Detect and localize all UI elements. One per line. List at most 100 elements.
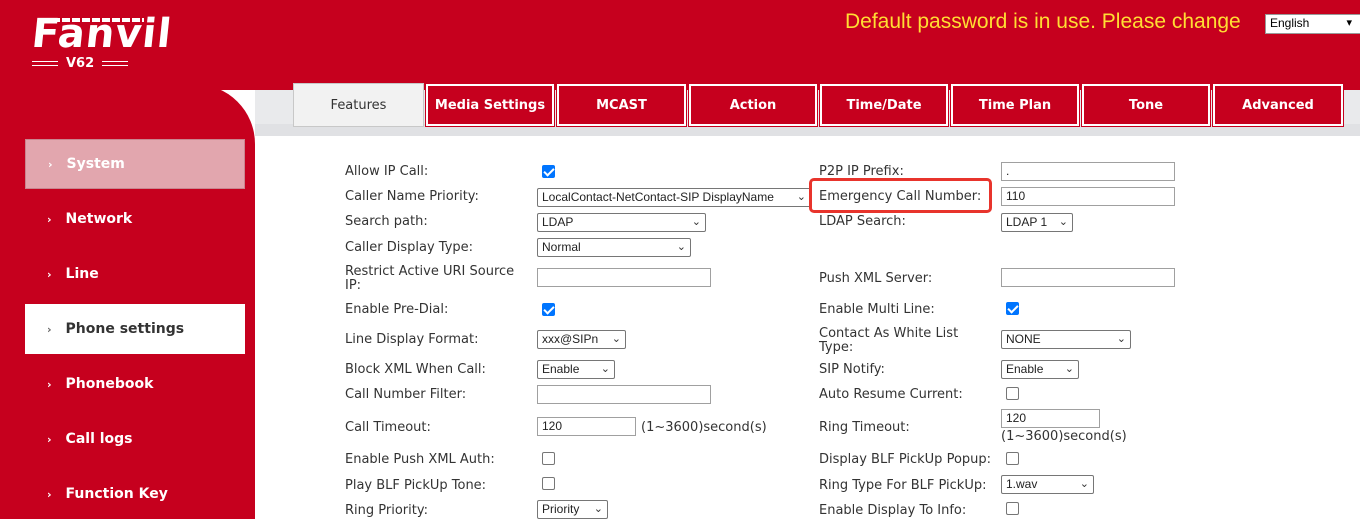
push-xml-auth-checkbox[interactable] (542, 452, 555, 465)
ring-type-blf-label: Ring Type For BLF PickUp: (819, 478, 987, 493)
sidebar-item-label: Phonebook (65, 376, 154, 392)
sip-notify-select[interactable]: Enable ⌄ (1001, 360, 1079, 379)
language-value: English (1270, 16, 1310, 30)
tab-action[interactable]: Action (688, 83, 818, 127)
call-timeout-label: Call Timeout: (345, 420, 431, 435)
chevron-down-icon: ⌄ (611, 333, 621, 345)
ring-timeout-unit: (1~3600)second(s) (1001, 429, 1127, 444)
select-value: NONE (1006, 332, 1041, 346)
p2p-ip-prefix-input[interactable]: . (1001, 162, 1175, 181)
blf-pickup-tone-checkbox[interactable] (542, 477, 555, 490)
contact-white-list-select[interactable]: NONE ⌄ (1001, 330, 1131, 349)
tab-tone[interactable]: Tone (1081, 83, 1211, 127)
tab-media-settings[interactable]: Media Settings (425, 83, 555, 127)
call-timeout-input[interactable]: 120 (537, 417, 636, 436)
top-header: Fanvil V62 Default password is in use. P… (0, 0, 1360, 90)
call-number-filter-input[interactable] (537, 385, 711, 404)
sidebar-item-system[interactable]: › System (25, 139, 245, 189)
fanvil-logo: Fanvil V62 (29, 11, 175, 71)
tab-features[interactable]: Features (293, 83, 424, 127)
ring-priority-select[interactable]: Priority ⌄ (537, 500, 608, 519)
enable-pre-dial-checkbox[interactable] (542, 303, 555, 316)
restrict-uri-input[interactable] (537, 268, 711, 287)
sidebar-item-phone-settings[interactable]: › Phone settings (25, 304, 245, 354)
chevron-right-icon: › (47, 432, 52, 446)
chevron-down-icon: ⌄ (1064, 363, 1074, 375)
blf-pickup-tone-label: Play BLF PickUp Tone: (345, 478, 487, 493)
sidebar-item-label: Function Key (65, 486, 168, 502)
sidebar-item-label: Line (65, 266, 99, 282)
emergency-call-number-label: Emergency Call Number: (819, 189, 982, 204)
ring-priority-label: Ring Priority: (345, 503, 428, 518)
select-value: Normal (542, 240, 581, 254)
enable-multi-line-checkbox[interactable] (1006, 302, 1019, 315)
tab-time-date[interactable]: Time/Date (819, 83, 949, 127)
select-value: Enable (542, 362, 580, 376)
chevron-down-icon: ⌄ (796, 191, 806, 203)
display-to-info-checkbox[interactable] (1006, 502, 1019, 515)
ring-type-blf-select[interactable]: 1.wav ⌄ (1001, 475, 1094, 494)
ring-timeout-label: Ring Timeout: (819, 420, 910, 435)
select-value: LocalContact-NetContact-SIP DisplayName (542, 190, 774, 204)
model-label: V62 (32, 56, 162, 71)
search-path-select[interactable]: LDAP ⌄ (537, 213, 706, 232)
caller-display-type-select[interactable]: Normal ⌄ (537, 238, 691, 257)
chevron-down-icon: ▾ (1346, 17, 1352, 29)
chevron-down-icon: ⌄ (1116, 333, 1126, 345)
blf-pickup-popup-checkbox[interactable] (1006, 452, 1019, 465)
chevron-right-icon: › (47, 267, 52, 281)
chevron-down-icon: ⌄ (600, 363, 610, 375)
select-value: LDAP 1 (1006, 215, 1048, 229)
chevron-down-icon: ⌄ (676, 241, 686, 253)
call-number-filter-label: Call Number Filter: (345, 387, 467, 402)
p2p-ip-prefix-label: P2P IP Prefix: (819, 164, 904, 179)
emergency-call-number-input[interactable]: 110 (1001, 187, 1175, 206)
sidebar-item-network[interactable]: › Network (25, 194, 245, 244)
sidebar-item-phonebook[interactable]: › Phonebook (25, 359, 245, 409)
allow-ip-call-checkbox[interactable] (542, 165, 555, 178)
tab-advanced[interactable]: Advanced (1212, 83, 1344, 127)
blf-pickup-popup-label: Display BLF PickUp Popup: (819, 452, 992, 467)
allow-ip-call-label: Allow IP Call: (345, 164, 429, 179)
call-timeout-unit: (1~3600)second(s) (641, 420, 767, 435)
restrict-uri-label-cont: IP: (345, 278, 362, 293)
sidebar-item-label: Call logs (65, 431, 133, 447)
brand-name: Fanvil (29, 11, 175, 57)
push-xml-auth-label: Enable Push XML Auth: (345, 452, 495, 467)
select-value: xxx@SIPn (542, 332, 599, 346)
sidebar-item-call-logs[interactable]: › Call logs (25, 414, 245, 464)
tab-mcast[interactable]: MCAST (556, 83, 687, 127)
auto-resume-label: Auto Resume Current: (819, 387, 963, 402)
contact-white-list-label-cont: Type: (819, 340, 854, 355)
select-value: LDAP (542, 215, 574, 229)
restrict-uri-label: Restrict Active URI Source (345, 264, 515, 279)
sidebar-item-function-key[interactable]: › Function Key (25, 469, 245, 519)
enable-multi-line-label: Enable Multi Line: (819, 302, 935, 317)
chevron-down-icon: ⌄ (593, 503, 603, 515)
language-select[interactable]: English ▾ (1265, 14, 1360, 34)
select-value: 1.wav (1006, 477, 1038, 491)
model-name: V62 (66, 56, 95, 71)
select-value: Priority (542, 502, 580, 516)
chevron-right-icon: › (48, 157, 53, 171)
chevron-down-icon: ⌄ (1058, 216, 1068, 228)
push-xml-server-input[interactable] (1001, 268, 1175, 287)
sidebar-item-label: Phone settings (65, 321, 185, 337)
line-display-format-label: Line Display Format: (345, 332, 479, 347)
select-value: Enable (1006, 362, 1044, 376)
chevron-down-icon: ⌄ (1079, 478, 1089, 490)
line-display-format-select[interactable]: xxx@SIPn ⌄ (537, 330, 626, 349)
block-xml-select[interactable]: Enable ⌄ (537, 360, 615, 379)
enable-pre-dial-label: Enable Pre-Dial: (345, 302, 449, 317)
chevron-right-icon: › (47, 322, 52, 336)
sidebar-item-line[interactable]: › Line (25, 249, 245, 299)
caller-display-type-label: Caller Display Type: (345, 240, 474, 255)
caller-name-priority-select[interactable]: LocalContact-NetContact-SIP DisplayName ⌄ (537, 188, 811, 207)
ldap-search-select[interactable]: LDAP 1 ⌄ (1001, 213, 1073, 232)
auto-resume-checkbox[interactable] (1006, 387, 1019, 400)
sidebar-item-label: Network (65, 211, 133, 227)
ring-timeout-input[interactable]: 120 (1001, 409, 1100, 428)
chevron-right-icon: › (47, 487, 52, 501)
push-xml-server-label: Push XML Server: (819, 271, 933, 286)
tab-time-plan[interactable]: Time Plan (950, 83, 1080, 127)
